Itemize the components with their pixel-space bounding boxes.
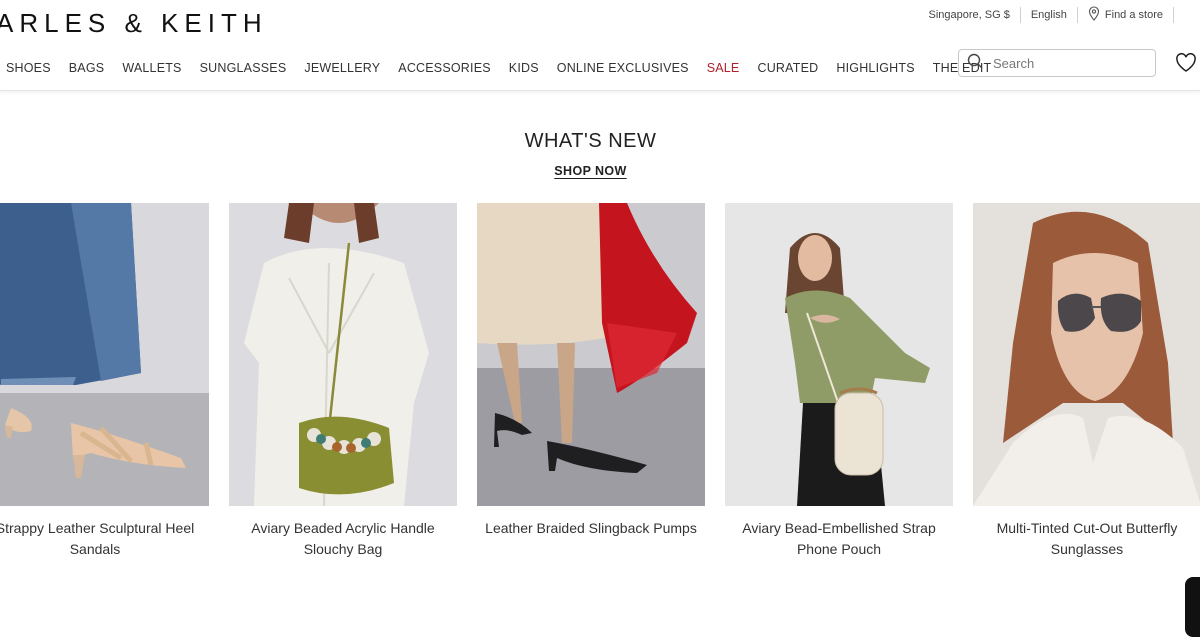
utility-bar: Singapore, SG $ English Find a store	[928, 6, 1184, 24]
heart-icon[interactable]	[1175, 52, 1197, 78]
region-selector[interactable]: Singapore, SG $	[928, 9, 1009, 21]
language-selector[interactable]: English	[1031, 9, 1067, 21]
nav-item-sale[interactable]: SALE	[707, 61, 740, 75]
search-input[interactable]	[991, 54, 1145, 72]
product-card[interactable]: Aviary Beaded Acrylic Handle Slouchy Bag	[229, 203, 457, 560]
nav-item-online-exclusives[interactable]: ONLINE EXCLUSIVES	[557, 61, 689, 75]
nav-item-wallets[interactable]: WALLETS	[122, 61, 181, 75]
product-card[interactable]: Multi-Tinted Cut-Out Butterfly Sunglasse…	[973, 203, 1200, 560]
nav-item-bags[interactable]: BAGS	[69, 61, 105, 75]
brand-logo[interactable]: ARLES & KEITH	[0, 8, 268, 39]
nav-item-sunglasses[interactable]: SUNGLASSES	[200, 61, 287, 75]
site-header: ARLES & KEITH Singapore, SG $ English Fi…	[0, 0, 1200, 91]
utility-divider	[1019, 7, 1021, 23]
section-title: WHAT'S NEW	[524, 130, 657, 152]
product-image[interactable]	[477, 203, 705, 506]
nav-item-curated[interactable]: CURATED	[757, 61, 818, 75]
product-image[interactable]	[725, 203, 953, 506]
product-name[interactable]: Aviary Bead-Embellished Strap Phone Pouc…	[725, 518, 953, 560]
main-nav: SHOES BAGS WALLETS SUNGLASSES JEWELLERY …	[6, 61, 991, 75]
product-name[interactable]: Leather Braided Slingback Pumps	[477, 518, 705, 539]
nav-item-highlights[interactable]: HIGHLIGHTS	[836, 61, 914, 75]
shop-now-link[interactable]: SHOP NOW	[0, 164, 1181, 178]
utility-divider	[1076, 7, 1078, 23]
search-icon[interactable]	[967, 53, 983, 74]
nav-item-accessories[interactable]: ACCESSORIES	[398, 61, 491, 75]
product-image[interactable]	[0, 203, 209, 506]
product-card[interactable]: Leather Braided Slingback Pumps	[477, 203, 705, 539]
product-name[interactable]: Strappy Leather Sculptural Heel Sandals	[0, 518, 209, 560]
nav-item-shoes[interactable]: SHOES	[6, 61, 51, 75]
utility-divider	[1173, 7, 1174, 23]
product-card[interactable]: Aviary Bead-Embellished Strap Phone Pouc…	[725, 203, 953, 560]
product-image[interactable]	[973, 203, 1200, 506]
product-name[interactable]: Multi-Tinted Cut-Out Butterfly Sunglasse…	[973, 518, 1200, 560]
nav-item-kids[interactable]: KIDS	[509, 61, 539, 75]
search-box[interactable]	[958, 49, 1156, 77]
product-name[interactable]: Aviary Beaded Acrylic Handle Slouchy Bag	[229, 518, 457, 560]
product-image[interactable]	[229, 203, 457, 506]
chat-widget[interactable]	[1185, 577, 1200, 637]
store-finder-link[interactable]: Find a store	[1088, 6, 1163, 24]
nav-item-jewellery[interactable]: JEWELLERY	[304, 61, 380, 75]
location-pin-icon	[1088, 6, 1100, 24]
store-finder-label: Find a store	[1104, 9, 1163, 21]
product-card[interactable]: Strappy Leather Sculptural Heel Sandals	[0, 203, 209, 560]
